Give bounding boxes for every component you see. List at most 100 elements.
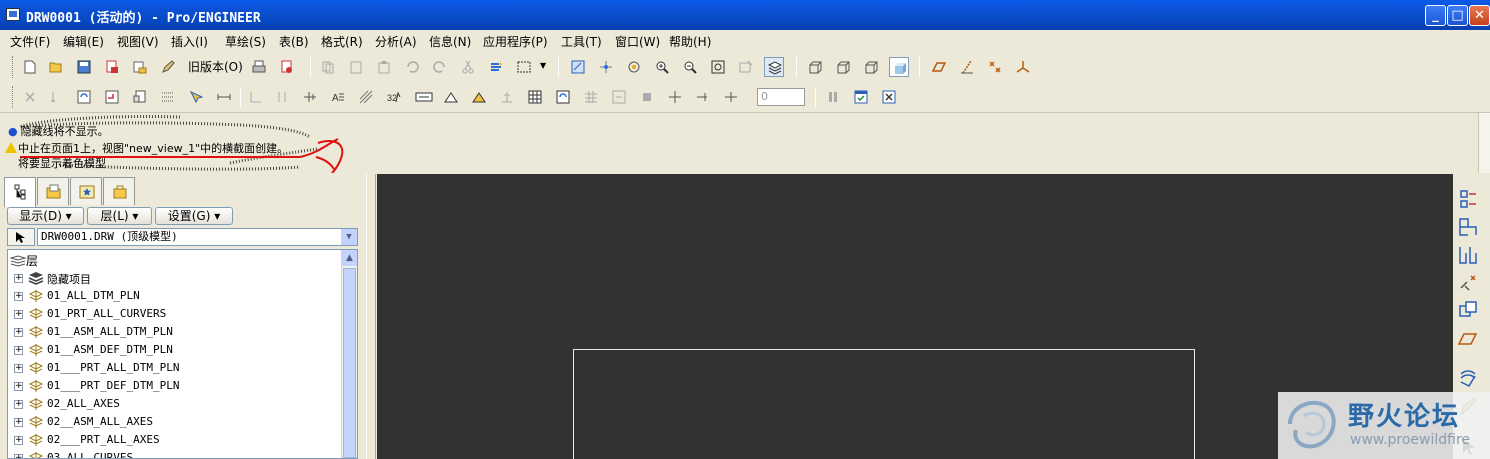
datum-planes-button[interactable] [929,57,949,77]
layer-dropdown-button[interactable]: 层(L) ▾ [87,207,152,225]
save-copy-button[interactable] [102,57,122,77]
cancel-button[interactable] [879,87,899,107]
tree-root[interactable]: 层 [10,252,38,269]
expand-icon[interactable]: + [14,400,23,409]
expand-icon[interactable]: + [14,274,23,283]
select-model-button[interactable] [7,228,35,246]
toolbar-overflow-button[interactable] [1466,57,1486,77]
tab-connections[interactable] [103,177,135,205]
menu-sketch[interactable]: 草绘(S) [225,33,266,50]
repaint-view-button[interactable] [736,57,756,77]
expand-icon[interactable]: + [14,310,23,319]
expand-icon[interactable]: + [14,292,23,301]
redo-button[interactable] [430,57,450,77]
update-sheets-button[interactable] [74,87,94,107]
menu-help[interactable]: 帮助(H) [669,33,711,50]
general-view-button[interactable] [102,87,122,107]
pause-button[interactable] [823,87,843,107]
shading-button[interactable] [889,57,909,77]
layers-button[interactable] [764,57,784,77]
create-view-button[interactable] [1457,188,1479,210]
hatching-button[interactable] [356,87,376,107]
merge-cells-button[interactable] [609,87,629,107]
auxiliary-view-button[interactable] [1457,272,1479,294]
settings-dropdown-button[interactable]: 设置(G) ▾ [155,207,233,225]
menu-analysis[interactable]: 分析(A) [375,33,417,50]
show-dropdown-button[interactable]: 显示(D) ▾ [7,207,84,225]
zoom-out-button[interactable] [680,57,700,77]
minimize-button[interactable]: _ [1425,5,1446,26]
copy-button[interactable] [346,57,366,77]
datum-tag-button[interactable] [412,87,436,107]
repaint-button[interactable] [486,57,506,77]
tab-model-tree[interactable] [4,177,36,207]
projection-view-button[interactable] [1457,216,1479,238]
expand-icon[interactable]: + [14,328,23,337]
note-button[interactable]: A [328,87,348,107]
cell-button[interactable] [637,87,657,107]
tree-scrollbar[interactable]: ▲ [341,250,357,458]
menu-table[interactable]: 表(B) [279,33,309,50]
menu-format[interactable]: 格式(R) [321,33,363,50]
revolved-view-button[interactable] [1457,300,1479,322]
ref-dim-button[interactable] [272,87,292,107]
expand-icon[interactable]: + [14,418,23,427]
maximize-button[interactable]: □ [1447,5,1468,26]
menu-info[interactable]: 信息(N) [429,33,471,50]
message-scrollbar[interactable] [1478,113,1490,173]
value-spinner[interactable]: 0 [757,87,805,107]
show-annotations-button[interactable] [158,87,178,107]
chevron-down-icon[interactable]: ▼ [341,229,357,245]
spin-center-button[interactable] [596,57,616,77]
table-from-file-button[interactable] [581,87,601,107]
value-spinner-field[interactable]: 0 [757,88,805,106]
expand-icon[interactable]: + [14,346,23,355]
menu-edit[interactable]: 编辑(E) [63,33,104,50]
undo-button[interactable] [402,57,422,77]
scrollbar-thumb[interactable] [343,268,356,458]
close-button[interactable]: ✕ [1469,5,1490,26]
view-properties-button[interactable] [130,87,150,107]
insert-col-button[interactable] [693,87,713,107]
sketcher-display-button[interactable] [568,57,588,77]
ordinate-dim-button[interactable] [246,87,266,107]
custom-symbol-button[interactable] [469,87,489,107]
datum-axes-button[interactable] [957,57,977,77]
cut-button[interactable] [318,57,338,77]
panel-splitter[interactable] [366,174,376,459]
menu-window[interactable]: 窗口(W) [615,33,660,50]
annotation-right-button[interactable] [1457,368,1479,390]
no-hidden-button[interactable] [861,57,881,77]
hidden-line-button[interactable] [833,57,853,77]
chevron-up-icon[interactable]: ▲ [342,250,357,266]
print-button[interactable] [249,57,269,77]
menu-applications[interactable]: 应用程序(P) [483,33,548,50]
expand-icon[interactable]: + [14,364,23,373]
save-button[interactable] [74,57,94,77]
new-file-button[interactable] [20,57,40,77]
toolbar-grip[interactable] [12,56,15,78]
scissors-button[interactable] [458,57,478,77]
old-version-button[interactable]: 旧版本(O) [188,58,243,75]
orient-mode-button[interactable] [624,57,644,77]
tab-folder-browser[interactable] [37,177,69,205]
datum-points-button[interactable] [985,57,1005,77]
repeat-region-button[interactable] [553,87,573,107]
menu-view[interactable]: 视图(V) [117,33,159,50]
model-combo[interactable]: DRW0001.DRW (顶级模型) ▼ [37,228,358,246]
insert-row-button[interactable] [665,87,685,107]
regenerate-button[interactable] [158,57,178,77]
delete-button[interactable] [20,87,40,107]
symbol-palette-button[interactable] [441,87,461,107]
backup-button[interactable] [130,57,150,77]
select-box-button[interactable]: ▼ [514,57,548,77]
expand-icon[interactable]: + [14,436,23,445]
dimension-button[interactable] [214,87,234,107]
surface-finish-button[interactable]: 32 [384,87,404,107]
baseline-button[interactable] [300,87,320,107]
open-button[interactable] [46,57,66,77]
menu-file[interactable]: 文件(F) [10,33,50,50]
zoom-in-button[interactable] [652,57,672,77]
text-style-button[interactable] [721,87,741,107]
detail-view-button[interactable] [1457,244,1479,266]
